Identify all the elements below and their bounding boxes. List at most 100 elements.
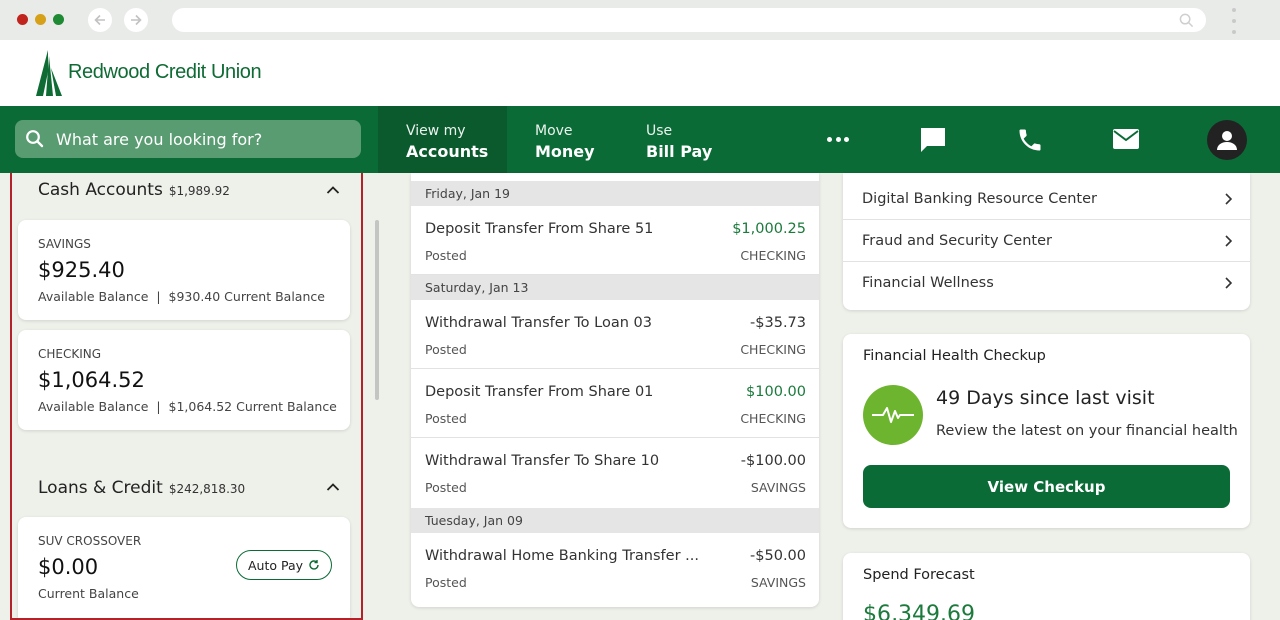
transaction-row[interactable]: Withdrawal Home Banking Transfer ... -$5… xyxy=(411,533,819,602)
account-amount: $925.40 xyxy=(38,258,125,282)
chevron-up-icon[interactable] xyxy=(326,185,340,194)
date-header: Friday, Jan 19 xyxy=(411,181,819,206)
spend-forecast-amount: $6,349.69 xyxy=(863,602,975,620)
back-button[interactable] xyxy=(88,8,112,32)
search-input[interactable]: What are you looking for? xyxy=(15,120,361,158)
more-icon[interactable] xyxy=(827,137,849,143)
date-header: Saturday, Jan 13 xyxy=(411,275,819,300)
cash-accounts-title: Cash Accounts xyxy=(38,180,163,200)
address-bar[interactable] xyxy=(172,8,1206,32)
accounts-panel: Cash Accounts $1,989.92 SAVINGS $925.40 A… xyxy=(10,173,363,620)
transaction-row[interactable]: Withdrawal Transfer To Loan 03 -$35.73 P… xyxy=(411,300,819,369)
nav-bill-pay-top: Use xyxy=(646,123,673,139)
transaction-description: Withdrawal Transfer To Loan 03 xyxy=(425,315,652,331)
loan-balance-detail: Current Balance xyxy=(38,586,139,601)
mail-icon[interactable] xyxy=(1112,128,1140,150)
transaction-description: Withdrawal Transfer To Share 10 xyxy=(425,453,660,469)
cash-accounts-header[interactable]: Cash Accounts $1,989.92 xyxy=(38,180,230,200)
account-card-checking[interactable]: CHECKING $1,064.52 Available Balance | $… xyxy=(18,330,350,430)
link-digital-banking-resource-center[interactable]: Digital Banking Resource Center xyxy=(843,178,1250,220)
account-card-savings[interactable]: SAVINGS $925.40 Available Balance | $930… xyxy=(18,220,350,320)
nav-move-money-top: Move xyxy=(535,123,573,139)
loans-credit-header[interactable]: Loans & Credit $242,818.30 xyxy=(38,478,245,498)
transaction-account: SAVINGS xyxy=(750,575,806,590)
browser-menu-icon[interactable] xyxy=(1230,8,1238,34)
search-icon xyxy=(1179,13,1194,28)
transaction-status: Posted xyxy=(425,480,467,495)
chevron-right-icon xyxy=(1225,235,1232,247)
transaction-description: Deposit Transfer From Share 51 xyxy=(425,221,654,237)
phone-icon[interactable] xyxy=(1016,126,1044,154)
minimize-window-dot[interactable] xyxy=(35,14,46,25)
scrollbar[interactable] xyxy=(375,220,379,400)
auto-pay-label: Auto Pay xyxy=(247,557,304,573)
transaction-account: CHECKING xyxy=(740,248,806,263)
search-placeholder: What are you looking for? xyxy=(56,129,263,149)
transaction-amount: -$100.00 xyxy=(740,453,806,469)
loan-card-suv[interactable]: SUV CROSSOVER $0.00 Current Balance Auto… xyxy=(18,517,350,618)
nav-view-accounts-bottom: Accounts xyxy=(406,142,489,161)
link-fraud-security-center[interactable]: Fraud and Security Center xyxy=(843,220,1250,262)
loan-amount: $0.00 xyxy=(38,555,99,579)
transaction-amount: $1,000.25 xyxy=(732,221,806,237)
nav-view-accounts[interactable]: View my Accounts xyxy=(406,123,488,161)
transaction-status: Posted xyxy=(425,342,467,357)
chevron-right-icon xyxy=(1225,193,1232,205)
transaction-amount: -$50.00 xyxy=(750,548,806,564)
transaction-account: CHECKING xyxy=(740,342,806,357)
nav-bill-pay[interactable]: Use Bill Pay xyxy=(646,123,712,161)
nav-view-accounts-top: View my xyxy=(406,123,466,139)
loans-credit-total: $242,818.30 xyxy=(168,482,246,496)
resources-card: Digital Banking Resource Center Fraud an… xyxy=(843,173,1250,310)
account-amount: $1,064.52 xyxy=(38,368,145,392)
view-checkup-button[interactable]: View Checkup xyxy=(863,465,1230,508)
transaction-description: Withdrawal Home Banking Transfer ... xyxy=(425,548,699,564)
transaction-description: Deposit Transfer From Share 01 xyxy=(425,384,654,400)
spend-forecast-card[interactable]: Spend Forecast $6,349.69 xyxy=(843,553,1250,620)
transaction-status: Posted xyxy=(425,575,467,590)
account-label: CHECKING xyxy=(38,347,102,361)
account-label: SAVINGS xyxy=(38,237,91,251)
arrow-left-icon xyxy=(94,14,105,26)
transaction-account: SAVINGS xyxy=(750,480,806,495)
cash-accounts-total: $1,989.92 xyxy=(168,184,230,198)
transaction-row[interactable]: Withdrawal Transfer To Share 10 -$100.00… xyxy=(411,438,819,507)
redwood-logo-icon[interactable] xyxy=(34,50,64,96)
days-since-visit: 49 Days since last visit xyxy=(936,387,1155,409)
transaction-account: CHECKING xyxy=(740,411,806,426)
user-avatar[interactable] xyxy=(1207,120,1247,160)
transaction-amount: $100.00 xyxy=(746,384,806,400)
auto-pay-button[interactable]: Auto Pay xyxy=(236,550,332,580)
search-icon xyxy=(26,130,44,148)
close-window-dot[interactable] xyxy=(17,14,28,25)
spend-forecast-title: Spend Forecast xyxy=(863,567,975,583)
financial-health-card: Financial Health Checkup 49 Days since l… xyxy=(843,334,1250,528)
link-label: Digital Banking Resource Center xyxy=(862,191,1097,207)
financial-health-title: Financial Health Checkup xyxy=(863,348,1046,364)
transaction-status: Posted xyxy=(425,411,467,426)
brand-name[interactable]: Redwood Credit Union xyxy=(68,61,262,84)
link-label: Fraud and Security Center xyxy=(862,233,1052,249)
account-balance-detail: Available Balance | $1,064.52 Current Ba… xyxy=(38,399,337,414)
transaction-amount: -$35.73 xyxy=(750,315,806,331)
chevron-up-icon[interactable] xyxy=(326,482,340,491)
nav-move-money[interactable]: Move Money xyxy=(535,123,595,161)
chat-icon[interactable] xyxy=(919,126,947,154)
transactions-panel: Friday, Jan 19 Deposit Transfer From Sha… xyxy=(411,173,819,607)
transaction-row[interactable]: Deposit Transfer From Share 01 $100.00 P… xyxy=(411,369,819,438)
nav-move-money-bottom: Money xyxy=(535,142,595,161)
transaction-status: Posted xyxy=(425,248,467,263)
date-header: Tuesday, Jan 09 xyxy=(411,508,819,533)
transaction-row[interactable]: Deposit Transfer From Share 51 $1,000.25… xyxy=(411,206,819,275)
browser-chrome xyxy=(0,0,1280,40)
loan-label: SUV CROSSOVER xyxy=(38,534,142,548)
arrow-right-icon xyxy=(131,14,142,26)
nav-bill-pay-bottom: Bill Pay xyxy=(646,142,713,161)
loans-credit-title: Loans & Credit xyxy=(38,478,163,498)
maximize-window-dot[interactable] xyxy=(53,14,64,25)
forward-button[interactable] xyxy=(124,8,148,32)
refresh-icon xyxy=(309,560,319,570)
link-financial-wellness[interactable]: Financial Wellness xyxy=(843,262,1250,304)
chevron-right-icon xyxy=(1225,277,1232,289)
user-icon xyxy=(1217,131,1237,150)
